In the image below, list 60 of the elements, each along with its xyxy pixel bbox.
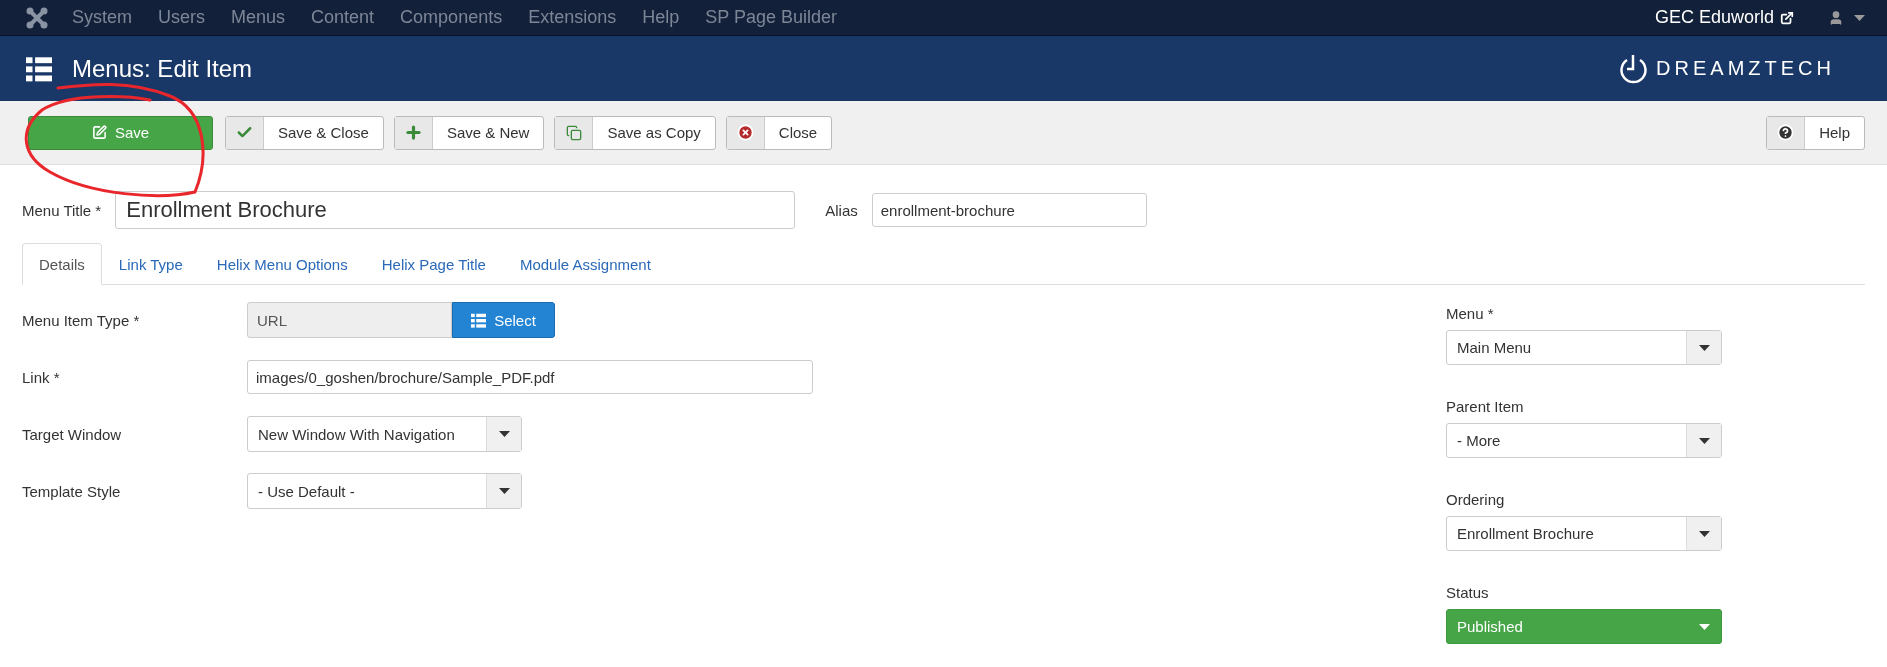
select-field[interactable]: New Window With Navigation (247, 416, 522, 452)
menu-item[interactable]: Users (158, 7, 206, 28)
menu-item[interactable]: System (72, 7, 132, 28)
caret-icon (498, 431, 510, 437)
select-field[interactable]: Main Menu (1446, 330, 1722, 365)
caret-icon (1698, 437, 1710, 444)
field-label: Status (1446, 584, 1490, 601)
help-button[interactable]: Help (1766, 115, 1865, 150)
flower-logo-icon (26, 6, 48, 29)
toolbar-button[interactable]: Close (725, 115, 833, 150)
select-button[interactable]: Select (452, 302, 555, 338)
user-menu[interactable] (1828, 9, 1865, 26)
menu-item[interactable]: Help (642, 7, 680, 28)
help-icon (1777, 124, 1795, 141)
power-circle-icon (1618, 52, 1649, 85)
site-link[interactable]: GEC Eduworld (1654, 7, 1794, 28)
external-link-icon (1780, 10, 1794, 25)
tab[interactable]: Helix Menu Options (199, 243, 365, 285)
edit-icon (91, 125, 107, 140)
caret-icon (498, 488, 510, 494)
tab[interactable]: Helix Page Title (364, 243, 503, 285)
toolbar-button[interactable]: Save as Copy (554, 115, 716, 150)
select-field[interactable]: - More (1446, 423, 1722, 458)
field-label: Menu Title * (22, 201, 102, 219)
tab[interactable]: Module Assignment (502, 243, 668, 285)
caret-icon (1698, 623, 1710, 630)
caret-icon (1854, 14, 1865, 21)
close-icon (736, 124, 754, 141)
select-field[interactable]: - Use Default - (247, 473, 522, 509)
title-input-field[interactable]: Enrollment Brochure (115, 191, 796, 229)
field-label: Menu * (1446, 305, 1495, 322)
tab[interactable]: Details (22, 243, 102, 285)
menu-item[interactable]: Components (400, 7, 503, 28)
field-label: Menu Item Type * (22, 311, 141, 329)
tab[interactable]: Link Type (101, 243, 200, 285)
menu-item[interactable]: Content (311, 7, 375, 28)
logo-text: DREAMZTECH (1656, 57, 1835, 80)
select-field[interactable]: Enrollment Brochure (1446, 516, 1722, 551)
field-label: Target Window (22, 425, 123, 443)
alias-input-field[interactable]: enrollment-brochure (871, 193, 1147, 227)
plus-icon (403, 123, 423, 142)
caret-icon (1698, 530, 1710, 537)
toolbar-button[interactable]: Save & New (393, 115, 545, 150)
field-label: Alias (825, 201, 858, 219)
menu-item[interactable]: Menus (231, 7, 286, 28)
menu-item[interactable]: Extensions (528, 7, 617, 28)
readonly-field: URL (247, 302, 452, 338)
toolbar-button[interactable]: Save & Close (225, 115, 384, 150)
list-icon (471, 312, 487, 328)
list-icon (26, 55, 52, 82)
page-title: Menus: Edit Item (72, 54, 253, 83)
field-label: Ordering (1446, 491, 1506, 508)
field-label: Link * (22, 368, 61, 386)
caret-icon (1698, 344, 1710, 351)
menu-item[interactable]: SP Page Builder (705, 7, 838, 28)
field-label: Parent Item (1446, 398, 1525, 415)
user-icon (1828, 9, 1844, 26)
field-label: Template Style (22, 482, 122, 500)
input-field[interactable]: images/0_goshen/brochure/Sample_PDF.pdf (247, 360, 813, 394)
copy-icon (565, 124, 582, 141)
